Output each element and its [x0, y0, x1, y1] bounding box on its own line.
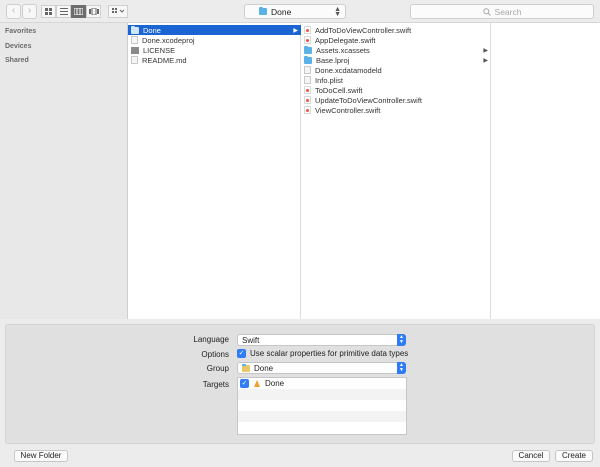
browser-column-3[interactable] — [491, 23, 600, 319]
list-view-icon — [59, 8, 68, 15]
file-row[interactable]: AddToDoViewController.swift — [301, 25, 491, 35]
options-label: Options — [201, 350, 229, 359]
options-panel: Language Swift ▲ ▼ Options ✓ Use scalar p… — [5, 324, 595, 444]
group-label: Group — [206, 364, 229, 373]
empty-row — [238, 400, 406, 411]
language-value: Swift — [242, 335, 260, 345]
icon-view-icon — [45, 8, 52, 15]
file-name: AppDelegate.swift — [315, 35, 376, 45]
file-icon — [304, 66, 311, 74]
scalar-checkbox-label: Use scalar properties for primitive data… — [250, 349, 409, 358]
new-folder-button[interactable]: New Folder — [14, 450, 68, 462]
forward-button[interactable]: › — [22, 4, 37, 19]
sidebar-section-devices[interactable]: Devices — [5, 43, 31, 50]
file-name: UpdateToDoViewController.swift — [315, 95, 422, 105]
toolbar: ‹ › Done ▲ ▼ Search — [0, 0, 600, 23]
swift-file-icon — [304, 96, 311, 104]
swift-file-icon — [304, 36, 311, 44]
file-name: ToDoCell.swift — [315, 85, 363, 95]
disclosure-arrow-icon: ▶ — [483, 57, 488, 64]
back-button[interactable]: ‹ — [6, 4, 21, 19]
target-row[interactable]: ✓ Done — [238, 378, 406, 389]
chevron-updown-icon: ▲ ▼ — [334, 6, 341, 18]
file-row[interactable]: Done ▶ — [128, 25, 301, 35]
group-folder-icon — [242, 363, 250, 372]
popup-chevron-icon: ▲ ▼ — [397, 362, 406, 374]
file-name: Info.plist — [315, 75, 343, 85]
popup-chevron-icon: ▲ ▼ — [397, 334, 406, 346]
column-view-button[interactable] — [71, 5, 86, 18]
search-icon — [482, 7, 491, 16]
search-field[interactable]: Search — [410, 4, 594, 19]
swift-file-icon — [304, 26, 311, 34]
file-icon — [131, 56, 138, 64]
folder-icon — [304, 55, 312, 64]
file-name: LICENSE — [143, 45, 176, 55]
disclosure-arrow-icon: ▶ — [293, 27, 298, 34]
browser-column-2[interactable]: AddToDoViewController.swift AppDelegate.s… — [301, 23, 491, 319]
swift-file-icon — [304, 86, 311, 94]
scalar-properties-option[interactable]: ✓ Use scalar properties for primitive da… — [237, 349, 408, 358]
file-row[interactable]: AppDelegate.swift — [301, 35, 491, 45]
folder-icon — [259, 7, 267, 15]
targets-label: Targets — [202, 380, 229, 389]
cover-flow-button[interactable] — [86, 5, 101, 18]
forward-chevron-icon: › — [27, 5, 32, 16]
target-checkbox[interactable]: ✓ — [240, 379, 249, 388]
file-row[interactable]: Done.xcdatamodeld — [301, 65, 491, 75]
scalar-checkbox[interactable]: ✓ — [237, 349, 246, 358]
list-view-button[interactable] — [56, 5, 71, 18]
folder-icon — [304, 45, 312, 54]
file-name: Done.xcdatamodeld — [315, 65, 382, 75]
file-name: README.md — [142, 55, 187, 65]
folder-icon — [131, 25, 139, 34]
target-name: Done — [265, 379, 285, 388]
column-browser: Done ▶ Done.xcodeproj LICENSE README.md AddT… — [128, 23, 600, 319]
arrange-button[interactable] — [108, 5, 128, 18]
language-popup[interactable]: Swift ▲ ▼ — [237, 334, 406, 346]
file-row[interactable]: UpdateToDoViewController.swift — [301, 95, 491, 105]
column-view-icon — [74, 8, 83, 15]
arrange-grid-icon — [111, 8, 124, 13]
search-placeholder: Search — [494, 6, 522, 17]
file-row[interactable]: Info.plist — [301, 75, 491, 85]
sidebar: Favorites Devices Shared — [0, 23, 128, 319]
back-chevron-icon: ‹ — [11, 5, 16, 16]
icon-view-button[interactable] — [41, 5, 56, 18]
app-target-icon — [253, 379, 261, 388]
location-label: Done — [271, 6, 292, 17]
file-row[interactable]: LICENSE — [128, 45, 301, 55]
file-name: AddToDoViewController.swift — [315, 25, 412, 35]
file-row[interactable]: Base.lproj ▶ — [301, 55, 491, 65]
location-popup[interactable]: Done ▲ ▼ — [244, 4, 346, 19]
file-name: ViewController.swift — [315, 105, 381, 115]
file-row[interactable]: Assets.xcassets ▶ — [301, 45, 491, 55]
file-name: Done.xcodeproj — [142, 35, 195, 45]
browser-column-1[interactable]: Done ▶ Done.xcodeproj LICENSE README.md — [128, 23, 301, 319]
file-icon — [131, 36, 138, 44]
cancel-button[interactable]: Cancel — [512, 450, 550, 462]
language-label: Language — [193, 335, 229, 344]
file-icon — [304, 76, 311, 84]
empty-row — [238, 411, 406, 422]
empty-row — [238, 389, 406, 400]
create-button[interactable]: Create — [555, 450, 593, 462]
file-icon — [131, 46, 139, 54]
group-popup[interactable]: Done ▲ ▼ — [237, 362, 406, 374]
swift-file-icon — [304, 106, 311, 114]
targets-list: ✓ Done — [237, 377, 407, 435]
cover-flow-icon — [88, 8, 99, 15]
disclosure-arrow-icon: ▶ — [483, 47, 488, 54]
file-name: Base.lproj — [316, 55, 350, 65]
file-row[interactable]: README.md — [128, 55, 301, 65]
file-row[interactable]: ViewController.swift — [301, 105, 491, 115]
file-name: Done — [143, 25, 161, 35]
file-name: Assets.xcassets — [316, 45, 370, 55]
file-row[interactable]: ToDoCell.swift — [301, 85, 491, 95]
sidebar-section-shared[interactable]: Shared — [5, 57, 29, 64]
file-row[interactable]: Done.xcodeproj — [128, 35, 301, 45]
sidebar-section-favorites[interactable]: Favorites — [5, 28, 36, 35]
group-value: Done — [254, 363, 274, 373]
empty-row — [238, 422, 406, 433]
